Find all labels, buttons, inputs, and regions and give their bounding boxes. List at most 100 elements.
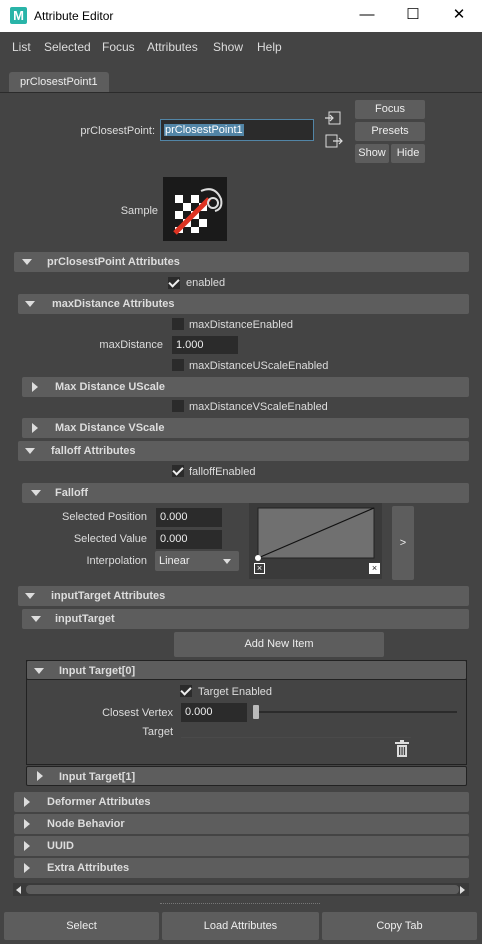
title-bar: M Attribute Editor — ☐ ✕	[0, 0, 482, 32]
menu-help[interactable]: Help	[257, 40, 282, 54]
frame-title: UUID	[47, 840, 74, 852]
scroll-right-icon[interactable]	[460, 886, 465, 894]
maxdistanceuscaleenabled-label: maxDistanceUScaleEnabled	[189, 360, 329, 372]
horizontal-scrollbar[interactable]	[13, 883, 469, 896]
node-name-value: prClosestPoint1	[164, 124, 244, 136]
interpolation-value: Linear	[159, 555, 190, 567]
frame-falloff-attributes[interactable]: falloff Attributes	[18, 441, 469, 461]
collapse-arrow-icon	[34, 668, 44, 674]
expand-arrow-icon	[32, 423, 38, 433]
load-attributes-button[interactable]: Load Attributes	[162, 912, 319, 940]
frame-title: prClosestPoint Attributes	[47, 256, 180, 268]
copy-tab-button[interactable]: Copy Tab	[322, 912, 477, 940]
frame-title: falloff Attributes	[51, 445, 136, 457]
frame-title: Extra Attributes	[47, 862, 130, 874]
frame-inputtarget[interactable]: inputTarget	[22, 609, 469, 629]
splitter-handle[interactable]	[160, 903, 320, 907]
enabled-checkbox[interactable]	[168, 277, 180, 289]
menu-list[interactable]: List	[12, 40, 31, 54]
maya-logo-icon: M	[10, 7, 27, 24]
node-name-label: prClosestPoint:	[80, 125, 155, 137]
scroll-left-icon[interactable]	[16, 886, 21, 894]
minimize-button[interactable]: —	[344, 0, 390, 32]
expand-ramp-button[interactable]: >	[392, 506, 414, 580]
frame-falloff[interactable]: Falloff	[22, 483, 469, 503]
frame-title: Max Distance VScale	[55, 422, 165, 434]
collapse-arrow-icon	[31, 490, 41, 496]
enabled-label: enabled	[186, 277, 226, 289]
frame-max-distance-uscale[interactable]: Max Distance UScale	[22, 377, 469, 397]
add-new-item-button[interactable]: Add New Item	[174, 632, 384, 657]
frame-title: inputTarget Attributes	[51, 590, 166, 602]
target-field[interactable]	[181, 725, 411, 738]
target-enabled-label: Target Enabled	[198, 686, 272, 698]
closest-vertex-label: Closest Vertex	[102, 707, 173, 719]
frame-title: maxDistance Attributes	[52, 298, 175, 310]
select-button[interactable]: Select	[4, 912, 159, 940]
frame-deformer-attributes[interactable]: Deformer Attributes	[14, 792, 469, 812]
selected-value-field[interactable]: 0.000	[156, 530, 222, 549]
input-connection-icon[interactable]	[325, 111, 341, 125]
maxdistanceenabled-checkbox[interactable]	[172, 318, 184, 330]
trash-icon[interactable]	[395, 740, 409, 757]
output-connection-icon[interactable]	[325, 134, 343, 148]
frame-title: Input Target[1]	[59, 771, 136, 783]
show-button[interactable]: Show	[355, 144, 389, 163]
target-enabled-checkbox[interactable]	[180, 685, 192, 697]
menu-selected[interactable]: Selected	[44, 40, 91, 54]
collapse-arrow-icon	[22, 259, 32, 265]
collapse-arrow-icon	[31, 616, 41, 622]
sample-label: Sample	[120, 205, 158, 217]
menu-attributes[interactable]: Attributes	[147, 40, 198, 54]
frame-input-target-1[interactable]: Input Target[1]	[26, 766, 467, 786]
frame-extra-attributes[interactable]: Extra Attributes	[14, 858, 469, 878]
tab-prclosestpoint1[interactable]: prClosestPoint1	[9, 72, 109, 92]
ramp-point-delete-icon[interactable]: ×	[369, 563, 380, 574]
selected-position-field[interactable]: 0.000	[156, 508, 222, 527]
maxdistance-field[interactable]: 1.000	[172, 336, 238, 354]
interpolation-dropdown[interactable]: Linear	[155, 551, 239, 571]
bottom-bar: Select Load Attributes Copy Tab	[0, 910, 482, 944]
maximize-button[interactable]: ☐	[390, 0, 436, 32]
menu-show[interactable]: Show	[213, 40, 243, 54]
menu-focus[interactable]: Focus	[102, 40, 135, 54]
frame-maxdistance-attributes[interactable]: maxDistance Attributes	[18, 294, 469, 314]
frame-title: Node Behavior	[47, 818, 125, 830]
maxdistanceuscaleenabled-checkbox[interactable]	[172, 359, 184, 371]
scrollbar-thumb[interactable]	[26, 885, 459, 894]
sample-swatch	[163, 177, 227, 241]
hide-button[interactable]: Hide	[391, 144, 425, 163]
slider-handle[interactable]	[253, 705, 259, 719]
target-label: Target	[142, 726, 173, 738]
frame-title: Falloff	[55, 487, 88, 499]
expand-arrow-icon	[32, 382, 38, 392]
menu-bar: List Selected Focus Attributes Show Help	[0, 32, 482, 60]
frame-inputtarget-attributes[interactable]: inputTarget Attributes	[18, 586, 469, 606]
frame-title: inputTarget	[55, 613, 115, 625]
falloff-ramp[interactable]: × ×	[249, 503, 382, 579]
closest-vertex-slider[interactable]	[253, 703, 457, 721]
deformer-sample-icon	[173, 188, 223, 235]
frame-prclosestpoint-attributes[interactable]: prClosestPoint Attributes	[14, 252, 469, 272]
node-tab-strip: prClosestPoint1	[0, 70, 482, 93]
closest-vertex-field[interactable]: 0.000	[181, 703, 247, 722]
collapse-arrow-icon	[25, 448, 35, 454]
expand-arrow-icon	[24, 841, 30, 851]
close-button[interactable]: ✕	[436, 0, 482, 32]
maxdistancevscaleenabled-checkbox[interactable]	[172, 400, 184, 412]
maxdistanceenabled-label: maxDistanceEnabled	[189, 319, 293, 331]
frame-max-distance-vscale[interactable]: Max Distance VScale	[22, 418, 469, 438]
expand-arrow-icon	[37, 771, 43, 781]
falloffenabled-checkbox[interactable]	[172, 465, 184, 477]
node-name-field[interactable]: prClosestPoint1	[160, 119, 314, 141]
frame-node-behavior[interactable]: Node Behavior	[14, 814, 469, 834]
frame-uuid[interactable]: UUID	[14, 836, 469, 856]
selected-value-label: Selected Value	[73, 533, 147, 545]
falloffenabled-label: falloffEnabled	[189, 466, 256, 478]
focus-button[interactable]: Focus	[355, 100, 425, 119]
frame-input-target-0[interactable]: Input Target[0]	[26, 660, 467, 680]
ramp-point-delete-icon[interactable]: ×	[254, 563, 265, 574]
interpolation-label: Interpolation	[86, 555, 147, 567]
presets-button[interactable]: Presets	[355, 122, 425, 141]
collapse-arrow-icon	[25, 593, 35, 599]
